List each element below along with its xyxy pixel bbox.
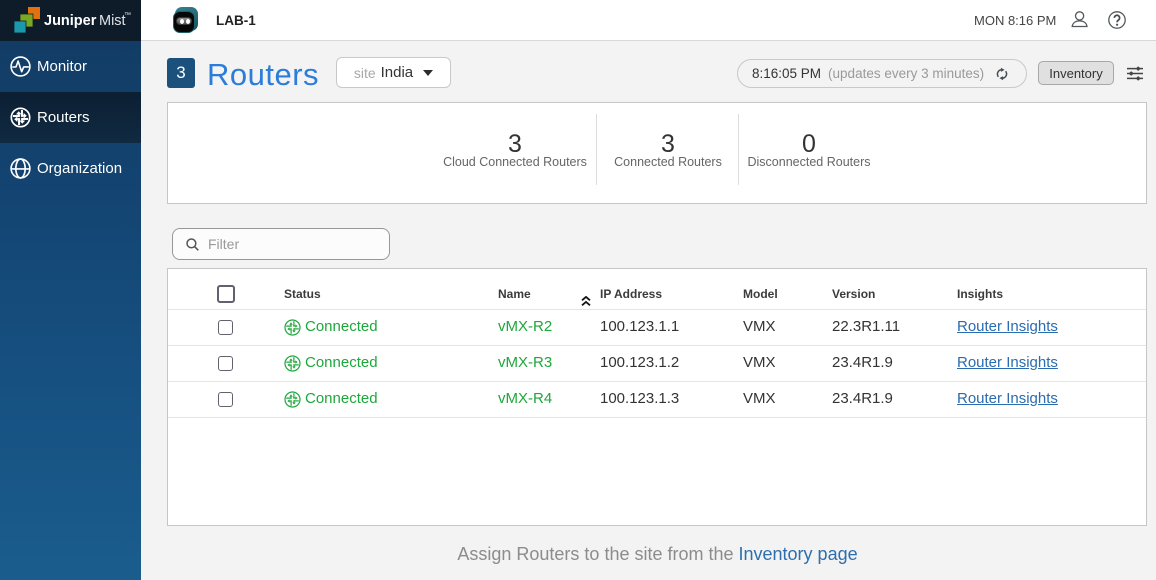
svg-text:Mist: Mist: [99, 13, 126, 29]
svg-text:Juniper: Juniper: [44, 13, 97, 29]
svg-text:™: ™: [124, 12, 131, 19]
